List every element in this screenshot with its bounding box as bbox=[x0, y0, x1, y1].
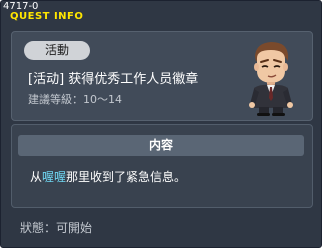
quest-status: 狀態：可開始 bbox=[20, 221, 93, 235]
content-text-after: 那里收到了紧急信息。 bbox=[66, 170, 187, 184]
recommended-level: 建議等級：10～14 bbox=[28, 93, 122, 106]
npc-portrait-icon bbox=[249, 42, 293, 116]
content-header: 内容 bbox=[18, 135, 304, 156]
content-description: 从喔喔那里收到了紧急信息。 bbox=[30, 169, 186, 185]
quest-info-window: 4717-0 QUEST INFO 活動 [活动] 获得优秀工作人员徽章 建議等… bbox=[0, 0, 322, 248]
quest-name: [活动] 获得优秀工作人员徽章 bbox=[28, 72, 199, 87]
quest-type-badge: 活動 bbox=[24, 41, 90, 60]
quest-content-panel: 内容 从喔喔那里收到了紧急信息。 bbox=[11, 124, 313, 208]
npc-name-highlight: 喔喔 bbox=[42, 170, 67, 184]
quest-summary-panel: 活動 [活动] 获得优秀工作人员徽章 建議等級：10～14 bbox=[11, 31, 313, 121]
content-text-before: 从 bbox=[30, 170, 43, 184]
window-title: QUEST INFO bbox=[10, 11, 84, 22]
